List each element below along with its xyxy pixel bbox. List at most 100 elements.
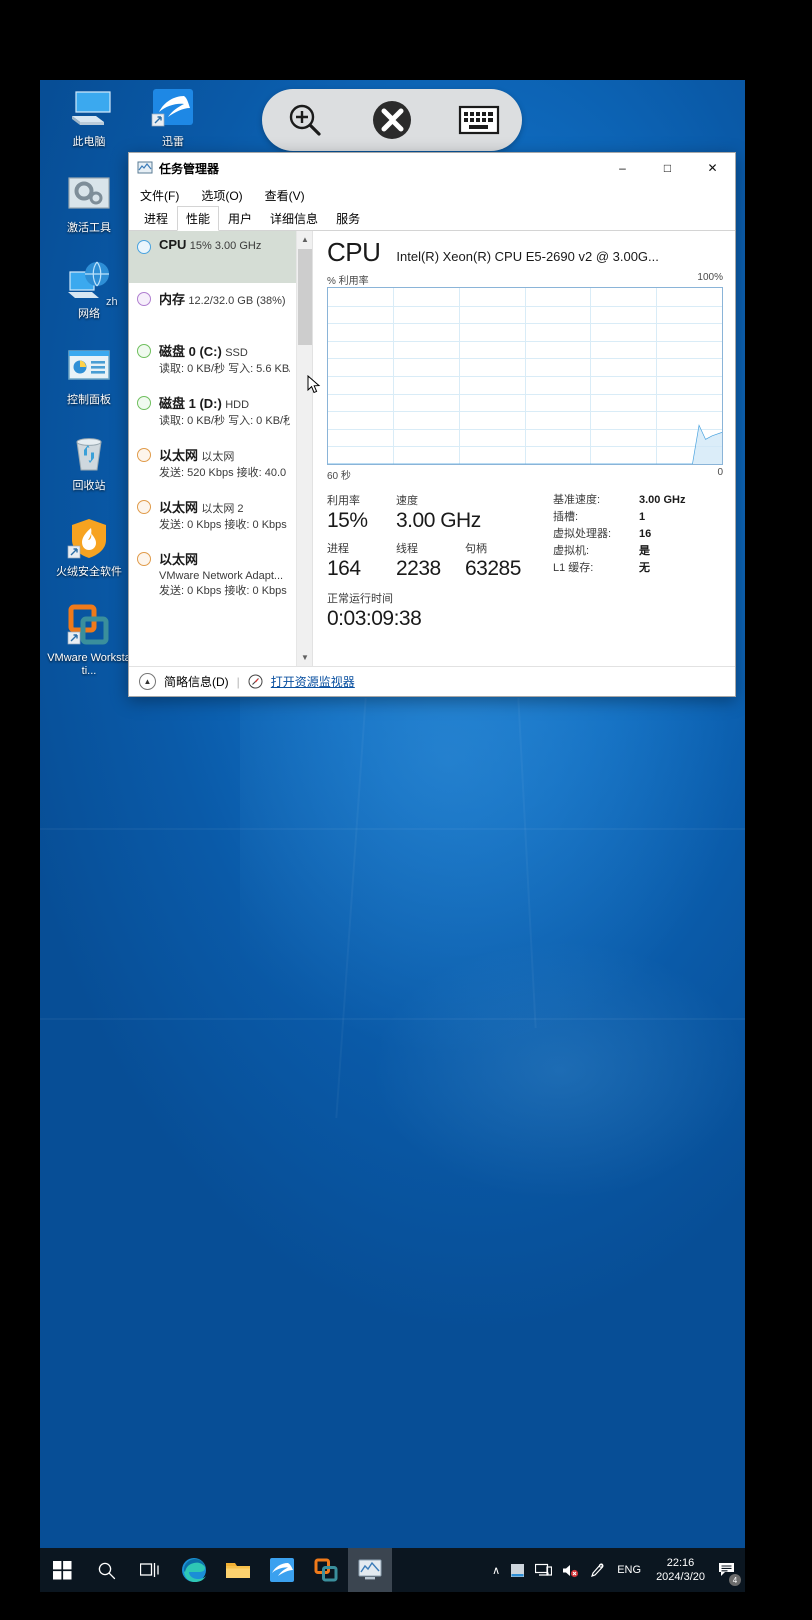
tab-details[interactable]: 详细信息 [261,206,327,231]
sidebar-item-memory[interactable]: 内存 12.2/32.0 GB (38%) [129,283,296,335]
sidebar-item-detail: 发送: 0 Kbps 接收: 0 Kbps [159,519,287,531]
volume-muted-icon[interactable] [557,1548,584,1592]
spec-label: 插槽: [553,511,579,523]
keyboard-icon[interactable] [451,97,507,143]
menu-options[interactable]: 选项(O) [198,185,245,206]
desktop-icon-huorong[interactable]: 火绒安全软件 [46,516,132,579]
footer-separator: | [236,674,240,689]
stats-row-primary: 利用率 15% 速度 3.00 GHz [327,492,535,534]
sidebar-item-disk-1[interactable]: 磁盘 1 (D:) HDD 读取: 0 KB/秒 写入: 0 KB/秒 [129,387,296,439]
tab-processes[interactable]: 进程 [135,206,177,231]
stat-value: 63285 [465,557,521,580]
ime-indicator: zh [106,296,118,308]
stat-value: 164 [327,557,361,580]
taskbar[interactable]: ∧ ENG 22:16 2024/3/20 4 [40,1548,745,1592]
zoom-in-icon[interactable] [277,97,333,143]
language-indicator[interactable]: ENG [610,1564,648,1576]
sidebar-item-title: 以太网 [159,448,199,463]
sidebar-item-title: 内存 [159,292,186,307]
stats-area: 利用率 15% 速度 3.00 GHz 进程 164 线程 2238 句柄 63… [327,492,723,632]
cpu-bullet-icon [137,240,151,254]
notification-badge: 4 [729,1574,741,1586]
menu-bar[interactable]: 文件(F) 选项(O) 查看(V) [129,183,735,207]
floating-accessibility-toolbar[interactable] [262,89,522,151]
desktop-icon-activation-tool[interactable]: 激活工具 [46,172,132,235]
tab-users[interactable]: 用户 [219,206,261,231]
stat-value: 15% [327,509,368,532]
wallpaper-crease [40,1018,745,1020]
desktop-icon-recycle-bin[interactable]: 回收站 [46,430,132,493]
resource-monitor-shield-icon [248,674,263,689]
cpu-model: Intel(R) Xeon(R) CPU E5-2690 v2 @ 3.00G.… [396,249,659,264]
open-resource-monitor-link[interactable]: 打开资源监视器 [271,673,355,690]
maximize-button[interactable]: □ [645,153,690,183]
start-button[interactable] [40,1548,84,1592]
pen-icon[interactable] [584,1548,610,1592]
desktop-icon-label: 回收站 [72,480,106,492]
sidebar-item-ethernet-2[interactable]: 以太网 以太网 2 发送: 0 Kbps 接收: 0 Kbps [129,491,296,543]
spec-base-speed: 基准速度: 3.00 GHz [553,492,723,509]
thunder-icon[interactable] [260,1548,304,1592]
spec-value: 无 [639,562,650,574]
stat-uptime: 正常运行时间 0:03:09:38 [327,590,535,632]
vmware-icon[interactable] [304,1548,348,1592]
control-panel-icon [66,344,112,390]
desktop-icon-label: 迅雷 [162,136,184,148]
graph-x-left: 60 秒 [327,471,351,482]
desktop-icon-thunder[interactable]: 迅雷 [130,86,216,149]
sidebar-item-ethernet-1[interactable]: 以太网 以太网 发送: 520 Kbps 接收: 40.0 [129,439,296,491]
tab-performance[interactable]: 性能 [177,206,220,231]
tab-services[interactable]: 服务 [327,206,369,231]
recycle-bin-icon [66,430,112,476]
menu-view[interactable]: 查看(V) [262,185,308,206]
stat-value: 2238 [396,557,441,580]
sidebar-item-ethernet-vmware[interactable]: 以太网 VMware Network Adapt... 发送: 0 Kbps 接… [129,543,296,606]
fewer-details-button[interactable]: 简略信息(D) [164,673,229,690]
panel-heading: CPU Intel(R) Xeon(R) CPU E5-2690 v2 @ 3.… [327,237,723,268]
huorong-shield-icon [66,516,112,562]
search-icon[interactable] [84,1548,128,1592]
chevron-up-icon[interactable]: ▲ [139,673,156,690]
desktop-icon-network[interactable]: 网络 [46,258,132,321]
task-manager-icon[interactable] [348,1548,392,1592]
sidebar-item-disk-0[interactable]: 磁盘 0 (C:) SSD 读取: 0 KB/秒 写入: 5.6 KB/ [129,335,296,387]
task-manager-window[interactable]: 任务管理器 – □ ✕ 文件(F) 选项(O) 查看(V) 进程 性能 用户 详… [128,152,736,697]
disk-bullet-icon [137,396,151,410]
sidebar-item-cpu[interactable]: CPU 15% 3.00 GHz [129,231,296,283]
activation-tool-icon [66,172,112,218]
sidebar-item-detail: 发送: 0 Kbps 接收: 0 Kbps [159,585,287,597]
menu-file[interactable]: 文件(F) [137,185,182,206]
title-bar[interactable]: 任务管理器 – □ ✕ [129,153,735,183]
sidebar-item-title: 磁盘 0 (C:) [159,344,222,359]
stat-label: 正常运行时间 [327,593,393,605]
window-title: 任务管理器 [159,161,220,176]
desktop-icon-vmware[interactable]: VMware Workstati... [46,602,132,678]
desktop-icon-this-pc[interactable]: 此电脑 [46,86,132,149]
notification-center-icon[interactable]: 4 [713,1548,741,1592]
spec-label: 虚拟处理器: [553,528,612,540]
clock[interactable]: 22:16 2024/3/20 [648,1556,713,1584]
tablet-mode-icon[interactable] [505,1548,530,1592]
desktop-icon-label: VMware Workstati... [47,652,131,677]
sidebar-item-title: 以太网 [159,500,199,515]
remote-desktop-icon[interactable] [364,97,420,143]
scrollbar-thumb[interactable] [298,249,312,345]
resource-list[interactable]: CPU 15% 3.00 GHz 内存 12.2/32.0 GB (38%) 磁… [129,231,313,666]
tab-bar[interactable]: 进程 性能 用户 详细信息 服务 [129,206,735,231]
tray-chevron-up-icon[interactable]: ∧ [487,1548,505,1592]
minimize-button[interactable]: – [600,153,645,183]
task-view-icon[interactable] [128,1548,172,1592]
sidebar-item-detail: 读取: 0 KB/秒 写入: 5.6 KB/ [159,363,290,375]
network-icon[interactable] [530,1548,557,1592]
desktop-icon-label: 激活工具 [67,222,111,234]
sidebar-scrollbar[interactable]: ▲ ▼ [296,231,312,666]
file-explorer-icon[interactable] [216,1548,260,1592]
status-bar[interactable]: ▲ 简略信息(D) | 打开资源监视器 [129,666,735,696]
edge-icon[interactable] [172,1548,216,1592]
close-button[interactable]: ✕ [690,153,735,183]
desktop-icon-control-panel[interactable]: 控制面板 [46,344,132,407]
vmware-icon [66,602,112,648]
stats-row-secondary: 进程 164 线程 2238 句柄 63285 [327,540,535,582]
scroll-down-icon[interactable]: ▼ [297,649,312,666]
scroll-up-icon[interactable]: ▲ [297,231,312,248]
